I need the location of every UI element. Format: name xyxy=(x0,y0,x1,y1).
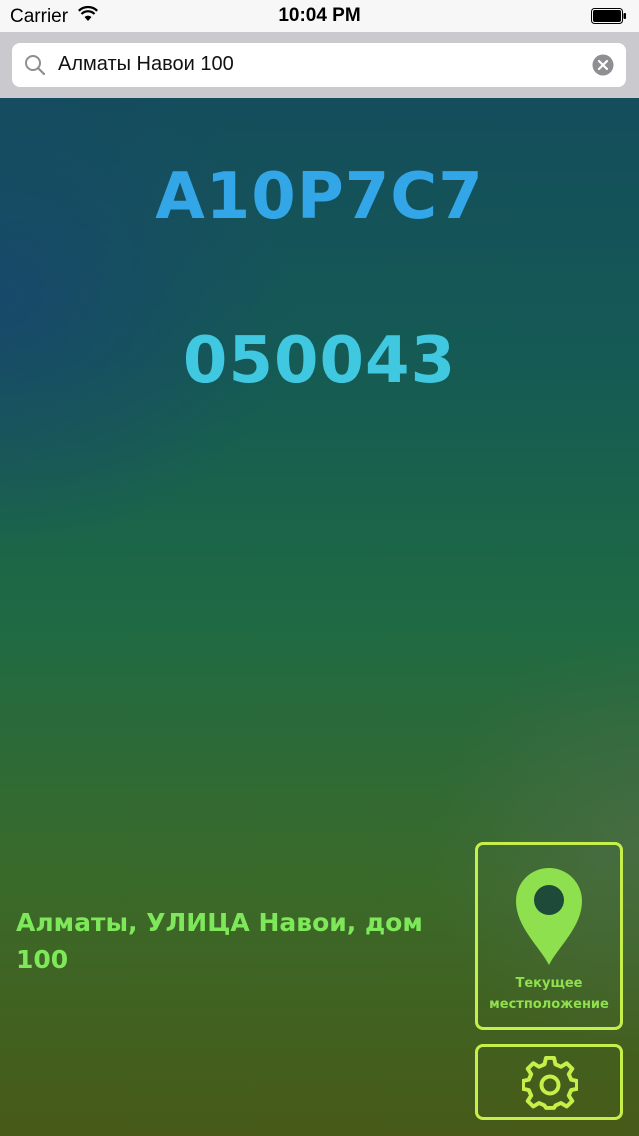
current-location-button[interactable]: Текущее местположение xyxy=(475,842,623,1030)
search-input-value[interactable]: Алматы Навои 100 xyxy=(58,53,234,76)
current-location-label: Текущее местположение xyxy=(489,976,609,1012)
postal-code: 050043 xyxy=(182,324,457,398)
clear-icon[interactable] xyxy=(592,54,614,76)
search-bar: Алматы Навои 100 xyxy=(0,32,639,98)
battery-icon xyxy=(591,8,626,24)
settings-button[interactable] xyxy=(475,1044,623,1120)
full-address: Алматы, УЛИЦА Навои, дом 100 xyxy=(16,908,423,974)
address-code: A10P7C7 xyxy=(155,160,484,234)
search-icon xyxy=(25,55,46,76)
status-bar: Carrier 10:04 PM xyxy=(0,0,639,32)
clock: 10:04 PM xyxy=(278,5,361,26)
search-input[interactable]: Алматы Навои 100 xyxy=(12,43,626,87)
gear-icon xyxy=(522,1056,578,1110)
location-pin-icon xyxy=(516,868,582,965)
